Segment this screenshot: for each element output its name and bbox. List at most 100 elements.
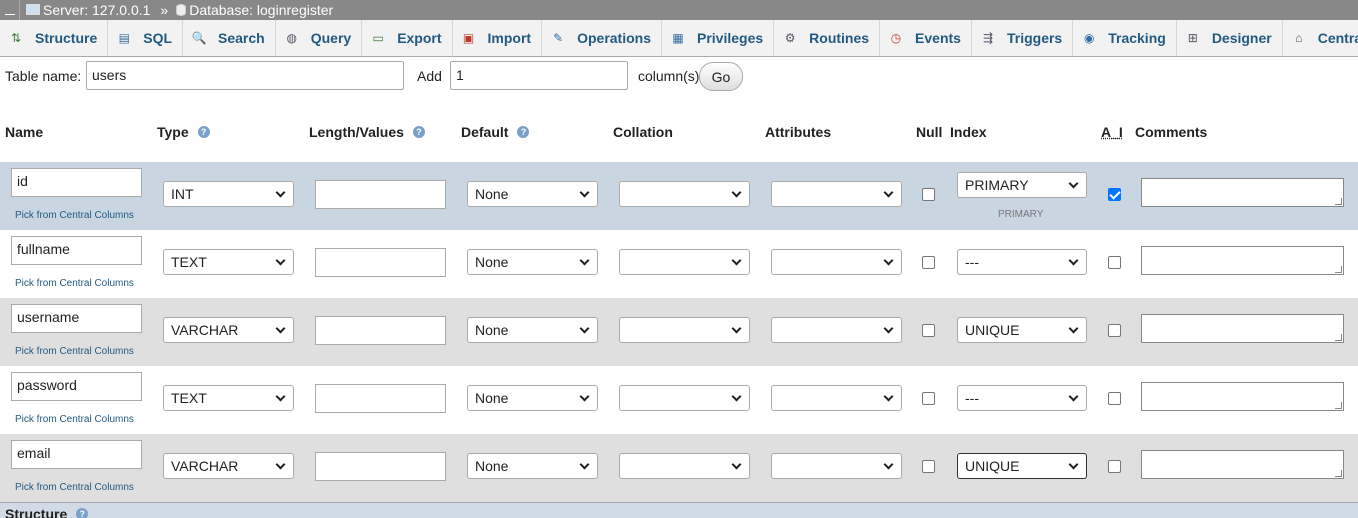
comments-input[interactable] [1141,246,1344,275]
comments-input[interactable] [1141,450,1344,479]
tab-search[interactable]: 🔍 Search [183,20,276,56]
attributes-select[interactable] [771,453,902,479]
pick-central-columns-link[interactable]: Pick from Central Columns [15,278,134,289]
table-row: email Pick from Central Columns VARCHAR … [0,434,1358,502]
auto-increment-checkbox[interactable] [1108,188,1121,201]
type-select[interactable]: TEXT [163,249,294,275]
index-select[interactable]: UNIQUE [957,317,1087,343]
index-value: UNIQUE [965,458,1020,474]
breadcrumb-database-label[interactable]: Database: loginregister [189,2,333,18]
breadcrumb-separator: » [160,2,169,18]
help-icon[interactable]: ? [412,126,425,138]
collation-select[interactable] [619,385,750,411]
chevron-down-icon [883,323,894,333]
collation-select[interactable] [619,317,750,343]
chevron-down-icon [1068,178,1079,188]
default-select[interactable]: None [467,385,598,411]
tab-label: Central columns [1317,30,1358,46]
default-select[interactable]: None [467,249,598,275]
export-icon: ▭ [372,31,384,45]
collapse-navigation-icon[interactable] [0,0,20,20]
tab-export[interactable]: ▭ Export [362,20,453,56]
tab-designer[interactable]: ⊞ Designer [1177,20,1283,56]
tab-label: Operations [577,30,651,46]
length-input[interactable] [315,384,446,413]
pick-central-columns-link[interactable]: Pick from Central Columns [15,210,134,221]
null-checkbox[interactable] [922,460,935,473]
header-comments: Comments [1135,124,1207,140]
column-name-input[interactable]: username [11,304,142,333]
tab-operations[interactable]: ✎ Operations [542,20,662,56]
auto-increment-checkbox[interactable] [1108,392,1121,405]
auto-increment-checkbox[interactable] [1108,324,1121,337]
tab-import[interactable]: ▣ Import [453,20,543,56]
sql-icon: ▤ [118,31,130,45]
default-select[interactable]: None [467,453,598,479]
null-checkbox[interactable] [922,392,935,405]
null-checkbox[interactable] [922,256,935,269]
collation-select[interactable] [619,453,750,479]
help-icon[interactable]: ? [197,126,210,138]
column-name-input[interactable]: id [11,168,142,197]
pick-central-columns-link[interactable]: Pick from Central Columns [15,346,134,357]
collation-select[interactable] [619,181,750,207]
attributes-select[interactable] [771,385,902,411]
go-button[interactable]: Go [699,62,743,91]
attributes-select[interactable] [771,317,902,343]
column-name-input[interactable]: password [11,372,142,401]
auto-increment-checkbox[interactable] [1108,460,1121,473]
header-null-label: Null [916,124,943,140]
attributes-select[interactable] [771,181,902,207]
breadcrumb-database[interactable]: Database: loginregister [176,2,333,18]
tab-query[interactable]: ◍ Query [276,20,363,56]
length-input[interactable] [315,316,446,345]
help-icon[interactable]: ? [517,126,530,138]
tab-tracking[interactable]: ◉ Tracking [1073,20,1177,56]
pick-central-columns-link[interactable]: Pick from Central Columns [15,482,134,493]
header-default: Default? [461,124,530,140]
tab-privileges[interactable]: ▦ Privileges [662,20,775,56]
chevron-down-icon [1068,323,1079,333]
type-select[interactable]: TEXT [163,385,294,411]
comments-input[interactable] [1141,178,1344,207]
default-select[interactable]: None [467,317,598,343]
column-name-input[interactable]: email [11,440,142,469]
index-select[interactable]: --- [957,385,1087,411]
index-note: PRIMARY [998,209,1044,220]
index-select[interactable]: UNIQUE [957,453,1087,479]
tab-triggers[interactable]: ⇶ Triggers [972,20,1074,56]
index-value: --- [965,254,979,270]
index-select[interactable]: PRIMARY [957,172,1087,198]
attributes-select[interactable] [771,249,902,275]
null-checkbox[interactable] [922,324,935,337]
tab-label: Structure [35,30,98,46]
comments-input[interactable] [1141,314,1344,343]
breadcrumb-server[interactable]: Server: 127.0.0.1 [26,2,150,18]
type-value: VARCHAR [171,322,239,338]
type-select[interactable]: INT [163,181,294,207]
default-select[interactable]: None [467,181,598,207]
database-icon [176,4,187,16]
length-input[interactable] [315,180,446,209]
length-input[interactable] [315,452,446,481]
collation-select[interactable] [619,249,750,275]
chevron-down-icon [1068,391,1079,401]
auto-increment-checkbox[interactable] [1108,256,1121,269]
table-name-input[interactable]: users [86,61,404,90]
tab-central-columns[interactable]: ⌂ Central columns [1283,20,1358,56]
comments-input[interactable] [1141,382,1344,411]
index-select[interactable]: --- [957,249,1087,275]
type-select[interactable]: VARCHAR [163,317,294,343]
tab-structure[interactable]: ⇅ Structure [0,20,109,56]
breadcrumb-server-label[interactable]: Server: 127.0.0.1 [43,2,150,18]
column-name-input[interactable]: fullname [11,236,142,265]
length-input[interactable] [315,248,446,277]
tab-sql[interactable]: ▤ SQL [108,20,184,56]
type-select[interactable]: VARCHAR [163,453,294,479]
pick-central-columns-link[interactable]: Pick from Central Columns [15,414,134,425]
add-columns-input[interactable]: 1 [450,61,628,90]
help-icon[interactable]: ? [76,508,89,518]
null-checkbox[interactable] [922,188,935,201]
tab-routines[interactable]: ⚙ Routines [774,20,881,56]
tab-events[interactable]: ◷ Events [880,20,972,56]
